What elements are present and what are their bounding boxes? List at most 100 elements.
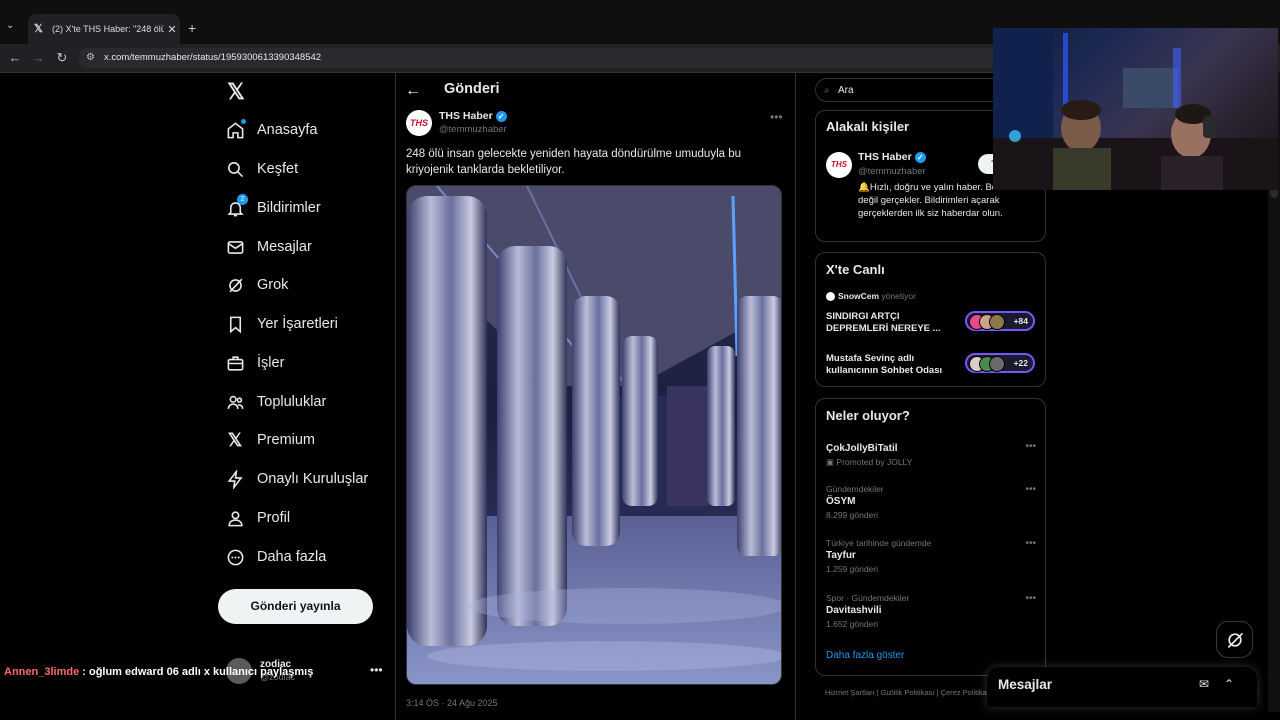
author-name: THS Haber	[439, 110, 493, 122]
cryogenic-tanks-photo	[407, 186, 781, 684]
trend-count: Promoted by JOLLY	[836, 457, 913, 467]
tab-title: (2) X'te THS Haber: "248 ölü insan	[52, 24, 164, 34]
person-icon	[224, 507, 246, 529]
live-spaces-card: X'te Canlı SnowCem yönetiyor SINDIRGI AR…	[815, 252, 1046, 387]
trend-more-icon[interactable]: •••	[1025, 538, 1036, 549]
people-icon	[224, 391, 246, 413]
nav-label: Onaylı Kuruluşlar	[257, 471, 369, 487]
forward-button[interactable]: →	[29, 49, 47, 67]
post-author-avatar[interactable]: THS	[406, 110, 432, 136]
post-timestamp: 3:14 ÖS · 24 Ağu 2025	[406, 698, 498, 708]
reload-button[interactable]: ↻	[53, 49, 71, 67]
home-icon	[224, 119, 246, 141]
nav-item-grok[interactable]: Grok	[224, 268, 288, 302]
relevant-people-title: Alakalı kişiler	[826, 119, 910, 134]
messages-drawer-title: Mesajlar	[998, 677, 1053, 692]
x-logo-icon: 𝕏	[227, 429, 243, 450]
space-listeners-pill[interactable]: +22	[965, 353, 1035, 373]
post-text: 248 ölü insan gelecekte yeniden hayata d…	[406, 148, 742, 176]
nav-label: Daha fazla	[257, 549, 327, 565]
trends-title: Neler oluyor?	[826, 408, 910, 423]
nav-label: Bildirimler	[257, 200, 321, 216]
avatar[interactable]: THS	[826, 152, 852, 178]
chat-username: Annen_3limde	[4, 666, 80, 678]
nav-item-home[interactable]: Anasayfa	[224, 113, 317, 147]
briefcase-icon	[224, 352, 246, 374]
trend-count: 8.299 gönderi	[826, 510, 878, 520]
new-tab-button[interactable]: +	[188, 20, 196, 36]
tab-close-icon[interactable]: ✕	[164, 23, 180, 36]
nav-item-profile[interactable]: Profil	[224, 501, 290, 535]
back-arrow-icon[interactable]: ←	[405, 82, 421, 100]
host-name: SnowCem	[838, 291, 880, 301]
streamers-webcam-image	[993, 28, 1278, 190]
trend-category: Spor · Gündemdekiler	[826, 593, 910, 603]
trend-count: 1.259 gönderi	[826, 564, 878, 574]
nav-label: İşler	[257, 355, 285, 371]
bookmark-icon	[224, 313, 246, 335]
post-author-name[interactable]: THS Haber ✓	[439, 110, 507, 122]
trend-count: 1.652 gönderi	[826, 619, 878, 629]
new-message-icon[interactable]: ✉	[1199, 677, 1209, 691]
nav-label: Profil	[257, 510, 291, 526]
nav-item-more[interactable]: Daha fazla	[224, 540, 326, 574]
post-author-handle[interactable]: @temmuzhaber	[439, 124, 507, 135]
verified-badge-icon: ✓	[495, 110, 507, 122]
nav-item-verified-orgs[interactable]: Onaylı Kuruluşlar	[224, 462, 368, 496]
nav-item-jobs[interactable]: İşler	[224, 346, 284, 380]
more-icon[interactable]: •••	[370, 663, 383, 677]
site-info-icon[interactable]: ⚙	[86, 48, 95, 68]
post-more-icon[interactable]: •••	[770, 110, 783, 124]
footer-links[interactable]: Hizmet Şartları | Gizlilik Politikası | …	[825, 688, 993, 697]
nav-item-messages[interactable]: Mesajlar	[224, 230, 312, 264]
live-title: X'te Canlı	[826, 262, 885, 277]
host-avatar-icon	[826, 291, 835, 301]
webcam-overlay	[993, 28, 1278, 190]
nav-label: Keşfet	[257, 161, 299, 177]
nav-item-notifications[interactable]: 2 Bildirimler	[224, 191, 321, 225]
live-host: SnowCem yönetiyor	[826, 291, 916, 301]
nav-item-premium[interactable]: 𝕏 Premium	[224, 423, 315, 457]
nav-label: Yer İşaretleri	[257, 316, 338, 332]
host-suffix: yönetiyor	[881, 291, 916, 301]
space-listeners-pill[interactable]: +84	[965, 311, 1035, 331]
post-button[interactable]: Gönderi yayınla	[218, 589, 373, 624]
search-icon: ⌕	[824, 85, 830, 96]
browser-tab[interactable]: 𝕏 (2) X'te THS Haber: "248 ölü insan ✕	[28, 14, 180, 44]
relevant-name[interactable]: THS Haber ✓	[858, 151, 926, 163]
trend-category: Gündemdekiler	[826, 484, 884, 494]
grok-icon	[1227, 632, 1243, 648]
trend-more-icon[interactable]: •••	[1025, 593, 1036, 604]
grok-fab-button[interactable]	[1216, 621, 1253, 658]
trend-name: ÖSYM	[826, 496, 856, 507]
trend-name: Tayfur	[826, 550, 856, 561]
trend-item[interactable]: Türkiye tarihinde gündemde Tayfur 1.259 …	[826, 538, 1036, 574]
space-title[interactable]: Mustafa Sevinç adlı kullanıcının Sohbet …	[826, 353, 956, 377]
nav-item-bookmarks[interactable]: Yer İşaretleri	[224, 307, 338, 341]
nav-label: Mesajlar	[257, 239, 312, 255]
nav-item-communities[interactable]: Topluluklar	[224, 385, 326, 419]
trend-more-icon[interactable]: •••	[1025, 484, 1036, 495]
trend-name: ÇokJollyBiTatil	[826, 443, 898, 454]
back-button[interactable]: ←	[6, 49, 24, 67]
more-circle-icon	[224, 546, 246, 568]
trend-more-icon[interactable]: •••	[1025, 441, 1036, 452]
search-icon	[224, 158, 246, 180]
post-media-image[interactable]	[406, 185, 782, 685]
trend-item[interactable]: ÇokJollyBiTatil ▣ Promoted by JOLLY •••	[826, 441, 1036, 468]
messages-drawer[interactable]: Mesajlar ✉ ⌃	[987, 667, 1257, 707]
trend-item[interactable]: Gündemdekiler ÖSYM 8.299 gönderi •••	[826, 484, 1036, 520]
x-logo-icon[interactable]: 𝕏	[224, 80, 248, 104]
nav-item-explore[interactable]: Keşfet	[224, 152, 298, 186]
url-field[interactable]: ⚙ x.com/temmuzhaber/status/1959300613390…	[78, 48, 1018, 68]
nav-label: Topluluklar	[257, 394, 327, 410]
show-more-link[interactable]: Daha fazla göster	[826, 650, 904, 661]
space-title[interactable]: SINDIRGI ARTÇI DEPREMLERİ NEREYE ...	[826, 311, 956, 335]
relevant-author-name: THS Haber	[858, 151, 912, 163]
stream-chat-message: Annen_3limde : oğlum edward 06 adlı x ku…	[4, 666, 313, 678]
expand-up-icon[interactable]: ⌃	[1224, 677, 1234, 691]
tab-list-dropdown[interactable]: ⌄	[6, 20, 14, 31]
grok-icon	[224, 274, 246, 296]
trend-item[interactable]: Spor · Gündemdekiler Davitashvili 1.652 …	[826, 593, 1036, 629]
page-title: Gönderi	[444, 81, 500, 97]
